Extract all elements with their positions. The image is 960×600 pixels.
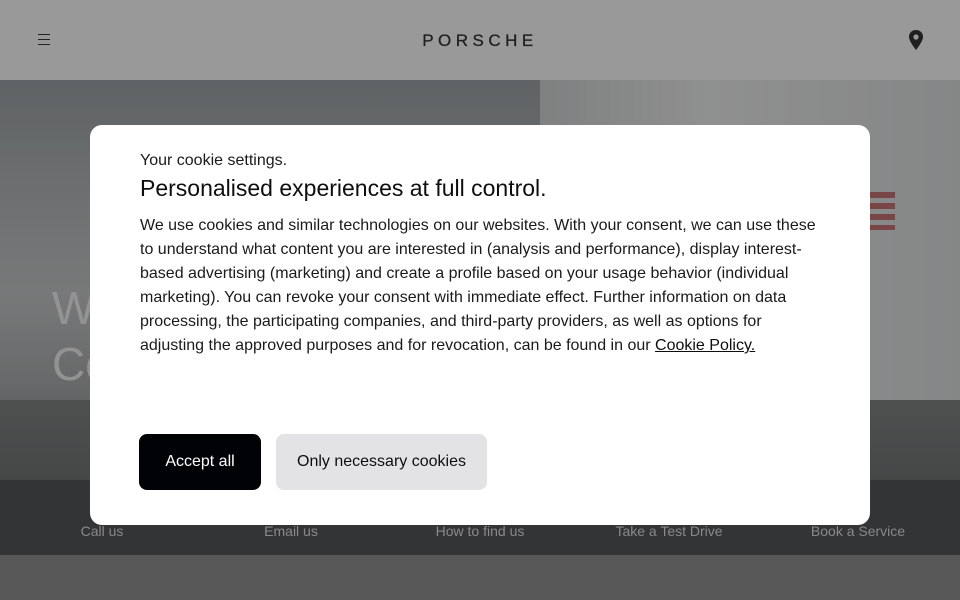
cookie-dialog-kicker: Your cookie settings.: [140, 152, 288, 169]
cookie-consent-dialog: Your cookie settings. Personalised exper…: [90, 125, 870, 525]
only-necessary-cookies-button[interactable]: Only necessary cookies: [276, 434, 487, 490]
accept-all-button[interactable]: Accept all: [139, 434, 261, 490]
cookie-dialog-text: We use cookies and similar technologies …: [140, 217, 816, 354]
cookie-dialog-title: Personalised experiences at full control…: [140, 175, 547, 201]
cookie-policy-link[interactable]: Cookie Policy.: [655, 337, 755, 354]
cookie-dialog-body: We use cookies and similar technologies …: [140, 214, 820, 358]
